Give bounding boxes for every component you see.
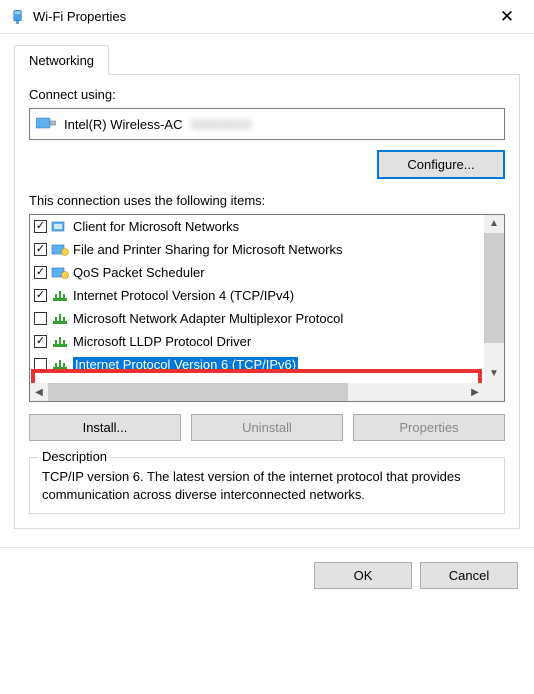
scroll-thumb[interactable] <box>484 233 504 343</box>
adapter-icon <box>10 9 25 25</box>
list-item-label: Microsoft LLDP Protocol Driver <box>73 334 251 349</box>
scroll-left-icon[interactable]: ◀ <box>30 387 48 398</box>
properties-button: Properties <box>353 414 505 441</box>
install-button[interactable]: Install... <box>29 414 181 441</box>
checkbox[interactable] <box>34 358 47 371</box>
list-item-label: Microsoft Network Adapter Multiplexor Pr… <box>73 311 343 326</box>
configure-button[interactable]: Configure... <box>377 150 505 179</box>
close-button[interactable]: ✕ <box>484 2 530 32</box>
list-item[interactable]: ✓ Microsoft LLDP Protocol Driver <box>30 330 483 353</box>
checkbox[interactable]: ✓ <box>34 289 47 302</box>
window-title: Wi-Fi Properties <box>33 9 484 24</box>
checkbox[interactable]: ✓ <box>34 266 47 279</box>
uninstall-button: Uninstall <box>191 414 343 441</box>
description-text: TCP/IP version 6. The latest version of … <box>42 468 492 503</box>
list-item[interactable]: ✓ Client for Microsoft Networks <box>30 215 483 238</box>
list-item[interactable]: Internet Protocol Version 6 (TCP/IPv6) <box>30 353 483 376</box>
scroll-right-icon[interactable]: ▶ <box>466 387 484 398</box>
ok-button[interactable]: OK <box>314 562 412 589</box>
list-item[interactable]: ✓ File and Printer Sharing for Microsoft … <box>30 238 483 261</box>
items-label: This connection uses the following items… <box>29 193 505 208</box>
horizontal-scrollbar[interactable]: ◀ ▶ <box>30 383 484 401</box>
list-item-label: Internet Protocol Version 4 (TCP/IPv4) <box>73 288 294 303</box>
cancel-button[interactable]: Cancel <box>420 562 518 589</box>
list-item-label: Client for Microsoft Networks <box>73 219 239 234</box>
monitor-icon <box>36 116 56 132</box>
scroll-down-icon[interactable]: ▼ <box>484 365 504 383</box>
checkbox[interactable]: ✓ <box>34 220 47 233</box>
scroll-up-icon[interactable]: ▲ <box>484 215 504 233</box>
list-item[interactable]: ✓ Internet Protocol Version 4 (TCP/IPv4) <box>30 284 483 307</box>
proto-icon <box>51 334 69 350</box>
scroll-thumb[interactable] <box>48 383 348 401</box>
adapter-field: Intel(R) Wireless-AC XXXXXXX <box>29 108 505 140</box>
tab-networking[interactable]: Networking <box>14 45 109 75</box>
service-icon <box>51 242 69 258</box>
service-icon <box>51 265 69 281</box>
adapter-name: Intel(R) Wireless-AC <box>64 117 182 132</box>
proto-icon <box>51 357 69 373</box>
checkbox[interactable]: ✓ <box>34 243 47 256</box>
list-item[interactable]: Microsoft Network Adapter Multiplexor Pr… <box>30 307 483 330</box>
vertical-scrollbar[interactable]: ▲ ▼ <box>484 215 504 383</box>
checkbox[interactable] <box>34 312 47 325</box>
list-item-label: Internet Protocol Version 6 (TCP/IPv6) <box>73 357 298 372</box>
list-item-label: QoS Packet Scheduler <box>73 265 205 280</box>
checkbox[interactable]: ✓ <box>34 335 47 348</box>
adapter-hidden: XXXXXXX <box>190 117 251 132</box>
list-item-label: File and Printer Sharing for Microsoft N… <box>73 242 342 257</box>
client-icon <box>51 219 69 235</box>
items-listbox: ✓ Client for Microsoft Networks ✓ File and … <box>29 214 505 402</box>
connect-using-label: Connect using: <box>29 87 505 102</box>
list-item[interactable]: ✓ QoS Packet Scheduler <box>30 261 483 284</box>
proto-icon <box>51 288 69 304</box>
description-legend: Description <box>38 449 111 464</box>
proto-icon <box>51 311 69 327</box>
